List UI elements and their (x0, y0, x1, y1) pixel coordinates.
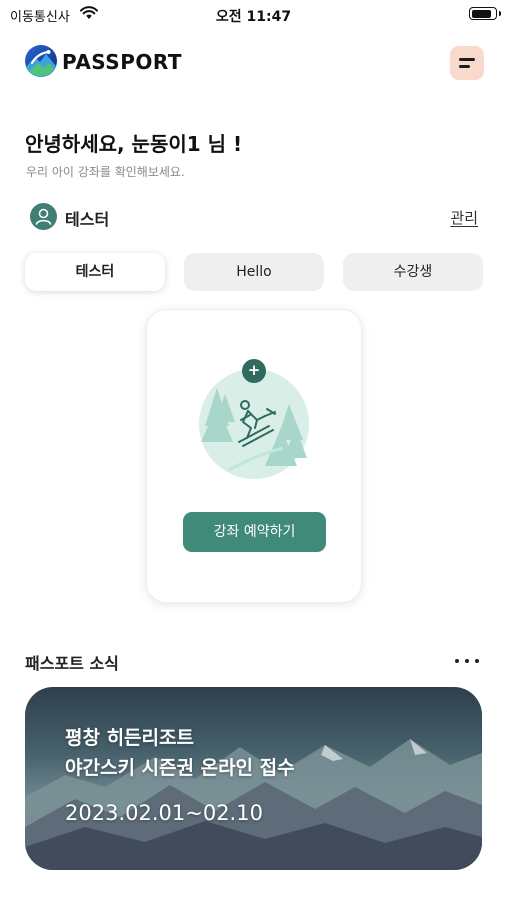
battery-icon (469, 7, 501, 20)
page-title: 안녕하세요, 눈동이1 님 ! (25, 132, 243, 156)
banner-title-line1: 평창 히든리조트 (65, 727, 194, 749)
add-lesson-button[interactable]: + (242, 359, 266, 383)
battery-level (471, 9, 492, 18)
more-dots-icon (465, 659, 469, 663)
status-time: 오전 11:47 (215, 9, 292, 25)
more-dots-icon (475, 659, 479, 663)
status-bar: 이동통신사 오전 11:47 (0, 0, 507, 30)
banner-date: 2023.02.01~02.10 (65, 801, 263, 825)
menu-button[interactable] (450, 46, 484, 80)
lesson-booking-card: + 강좌 예약하기 (146, 309, 362, 603)
child-name: 테스터 (65, 210, 110, 229)
tab-hello[interactable]: Hello (184, 253, 324, 291)
manage-link[interactable]: 관리 (450, 207, 478, 228)
passport-logo-icon (25, 45, 57, 77)
more-button[interactable] (453, 650, 481, 670)
tab-students[interactable]: 수강생 (343, 253, 483, 291)
app-header: PASSPORT (24, 42, 484, 82)
book-lesson-button[interactable]: 강좌 예약하기 (183, 512, 326, 552)
tab-tester[interactable]: 테스터 (25, 253, 165, 291)
news-section-title: 패스포트 소식 (25, 654, 119, 673)
news-banner[interactable]: 평창 히든리조트 야간스키 시즌권 온라인 접수 2023.02.01~02.1… (25, 687, 482, 870)
hamburger-menu-icon (459, 65, 470, 68)
page-subtitle: 우리 아이 강좌를 확인해보세요. (26, 165, 185, 179)
child-selector-row: 테스터 관리 (30, 201, 478, 231)
hamburger-menu-icon (459, 58, 475, 61)
app-logo-text: PASSPORT (62, 50, 183, 74)
more-dots-icon (455, 659, 459, 663)
banner-title-line2: 야간스키 시즌권 온라인 접수 (65, 757, 295, 779)
avatar (30, 203, 57, 230)
person-icon (35, 208, 52, 225)
skier-icon (199, 369, 309, 479)
